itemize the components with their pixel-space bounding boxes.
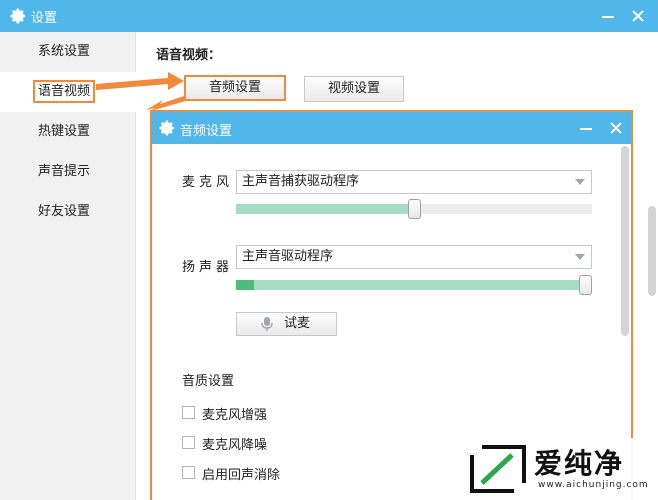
speaker-device-select[interactable]: 主声音驱动程序 [236,245,592,269]
minimize-button[interactable] [598,6,618,26]
sidebar-item-voice-video[interactable]: 语音视频 [0,72,136,112]
close-button[interactable] [628,6,648,26]
sidebar: 系统设置 语音视频 热键设置 声音提示 好友设置 [0,32,136,500]
speaker-volume-fill [236,280,592,290]
gear-icon [159,120,175,136]
video-settings-button[interactable]: 视频设置 [304,76,404,102]
close-icon [610,122,622,134]
checkbox[interactable] [182,466,195,479]
dialog-minimize-button[interactable] [576,118,596,138]
quality-section-title: 音质设置 [182,374,235,389]
microphone-volume-handle[interactable] [407,199,421,219]
speaker-volume-slider[interactable] [236,280,592,290]
speaker-volume-handle[interactable] [579,275,592,295]
checkbox[interactable] [182,406,195,419]
option-label: 麦克风降噪 [202,438,268,453]
microphone-volume-fill [236,204,414,214]
dialog-titlebar: 音频设置 [152,112,631,144]
chevron-down-icon [575,254,585,260]
sidebar-item-label: 系统设置 [38,44,91,59]
microphone-device-value: 主声音捕获驱动程序 [242,174,360,189]
window-title: 设置 [31,11,58,26]
watermark: 爱纯净 www.aichunjing.com [460,438,658,500]
speaker-level-meter [236,280,254,290]
checkbox[interactable] [182,436,195,449]
brand-logo-icon [470,445,526,493]
sidebar-item-label: 声音提示 [38,164,91,179]
sidebar-item-system[interactable]: 系统设置 [0,32,136,72]
main-scrollbar[interactable] [648,206,656,296]
gear-icon [10,8,26,24]
minimize-icon [580,128,592,130]
dialog-title: 音频设置 [180,124,233,139]
dialog-scrollbar[interactable] [621,146,629,336]
sidebar-item-friends[interactable]: 好友设置 [0,192,136,232]
sidebar-item-label: 好友设置 [38,204,91,219]
sidebar-item-sound-alerts[interactable]: 声音提示 [0,152,136,192]
sidebar-item-hotkeys[interactable]: 热键设置 [0,112,136,152]
test-microphone-button[interactable]: 试麦 [236,312,337,336]
window-titlebar: 设置 [0,0,658,32]
audio-settings-button[interactable]: 音频设置 [184,75,286,101]
sidebar-item-label: 热键设置 [38,124,91,139]
chevron-down-icon [575,179,585,185]
microphone-icon [261,317,273,331]
microphone-label: 麦克风 [182,175,234,190]
minimize-icon [602,16,614,18]
test-button-label: 试麦 [284,316,311,331]
sidebar-item-label: 语音视频 [33,80,96,103]
arrow-down-icon [146,96,186,111]
option-label: 启用回声消除 [202,468,281,483]
watermark-url: www.aichunjing.com [538,480,649,490]
close-icon [632,10,644,22]
watermark-title: 爱纯净 [534,447,625,480]
microphone-device-select[interactable]: 主声音捕获驱动程序 [236,170,592,194]
speaker-device-value: 主声音驱动程序 [242,249,334,264]
section-title: 语音视频： [156,48,222,63]
option-label: 麦克风增强 [202,408,268,423]
speaker-label: 扬声器 [182,260,234,275]
dialog-close-button[interactable] [606,118,626,138]
